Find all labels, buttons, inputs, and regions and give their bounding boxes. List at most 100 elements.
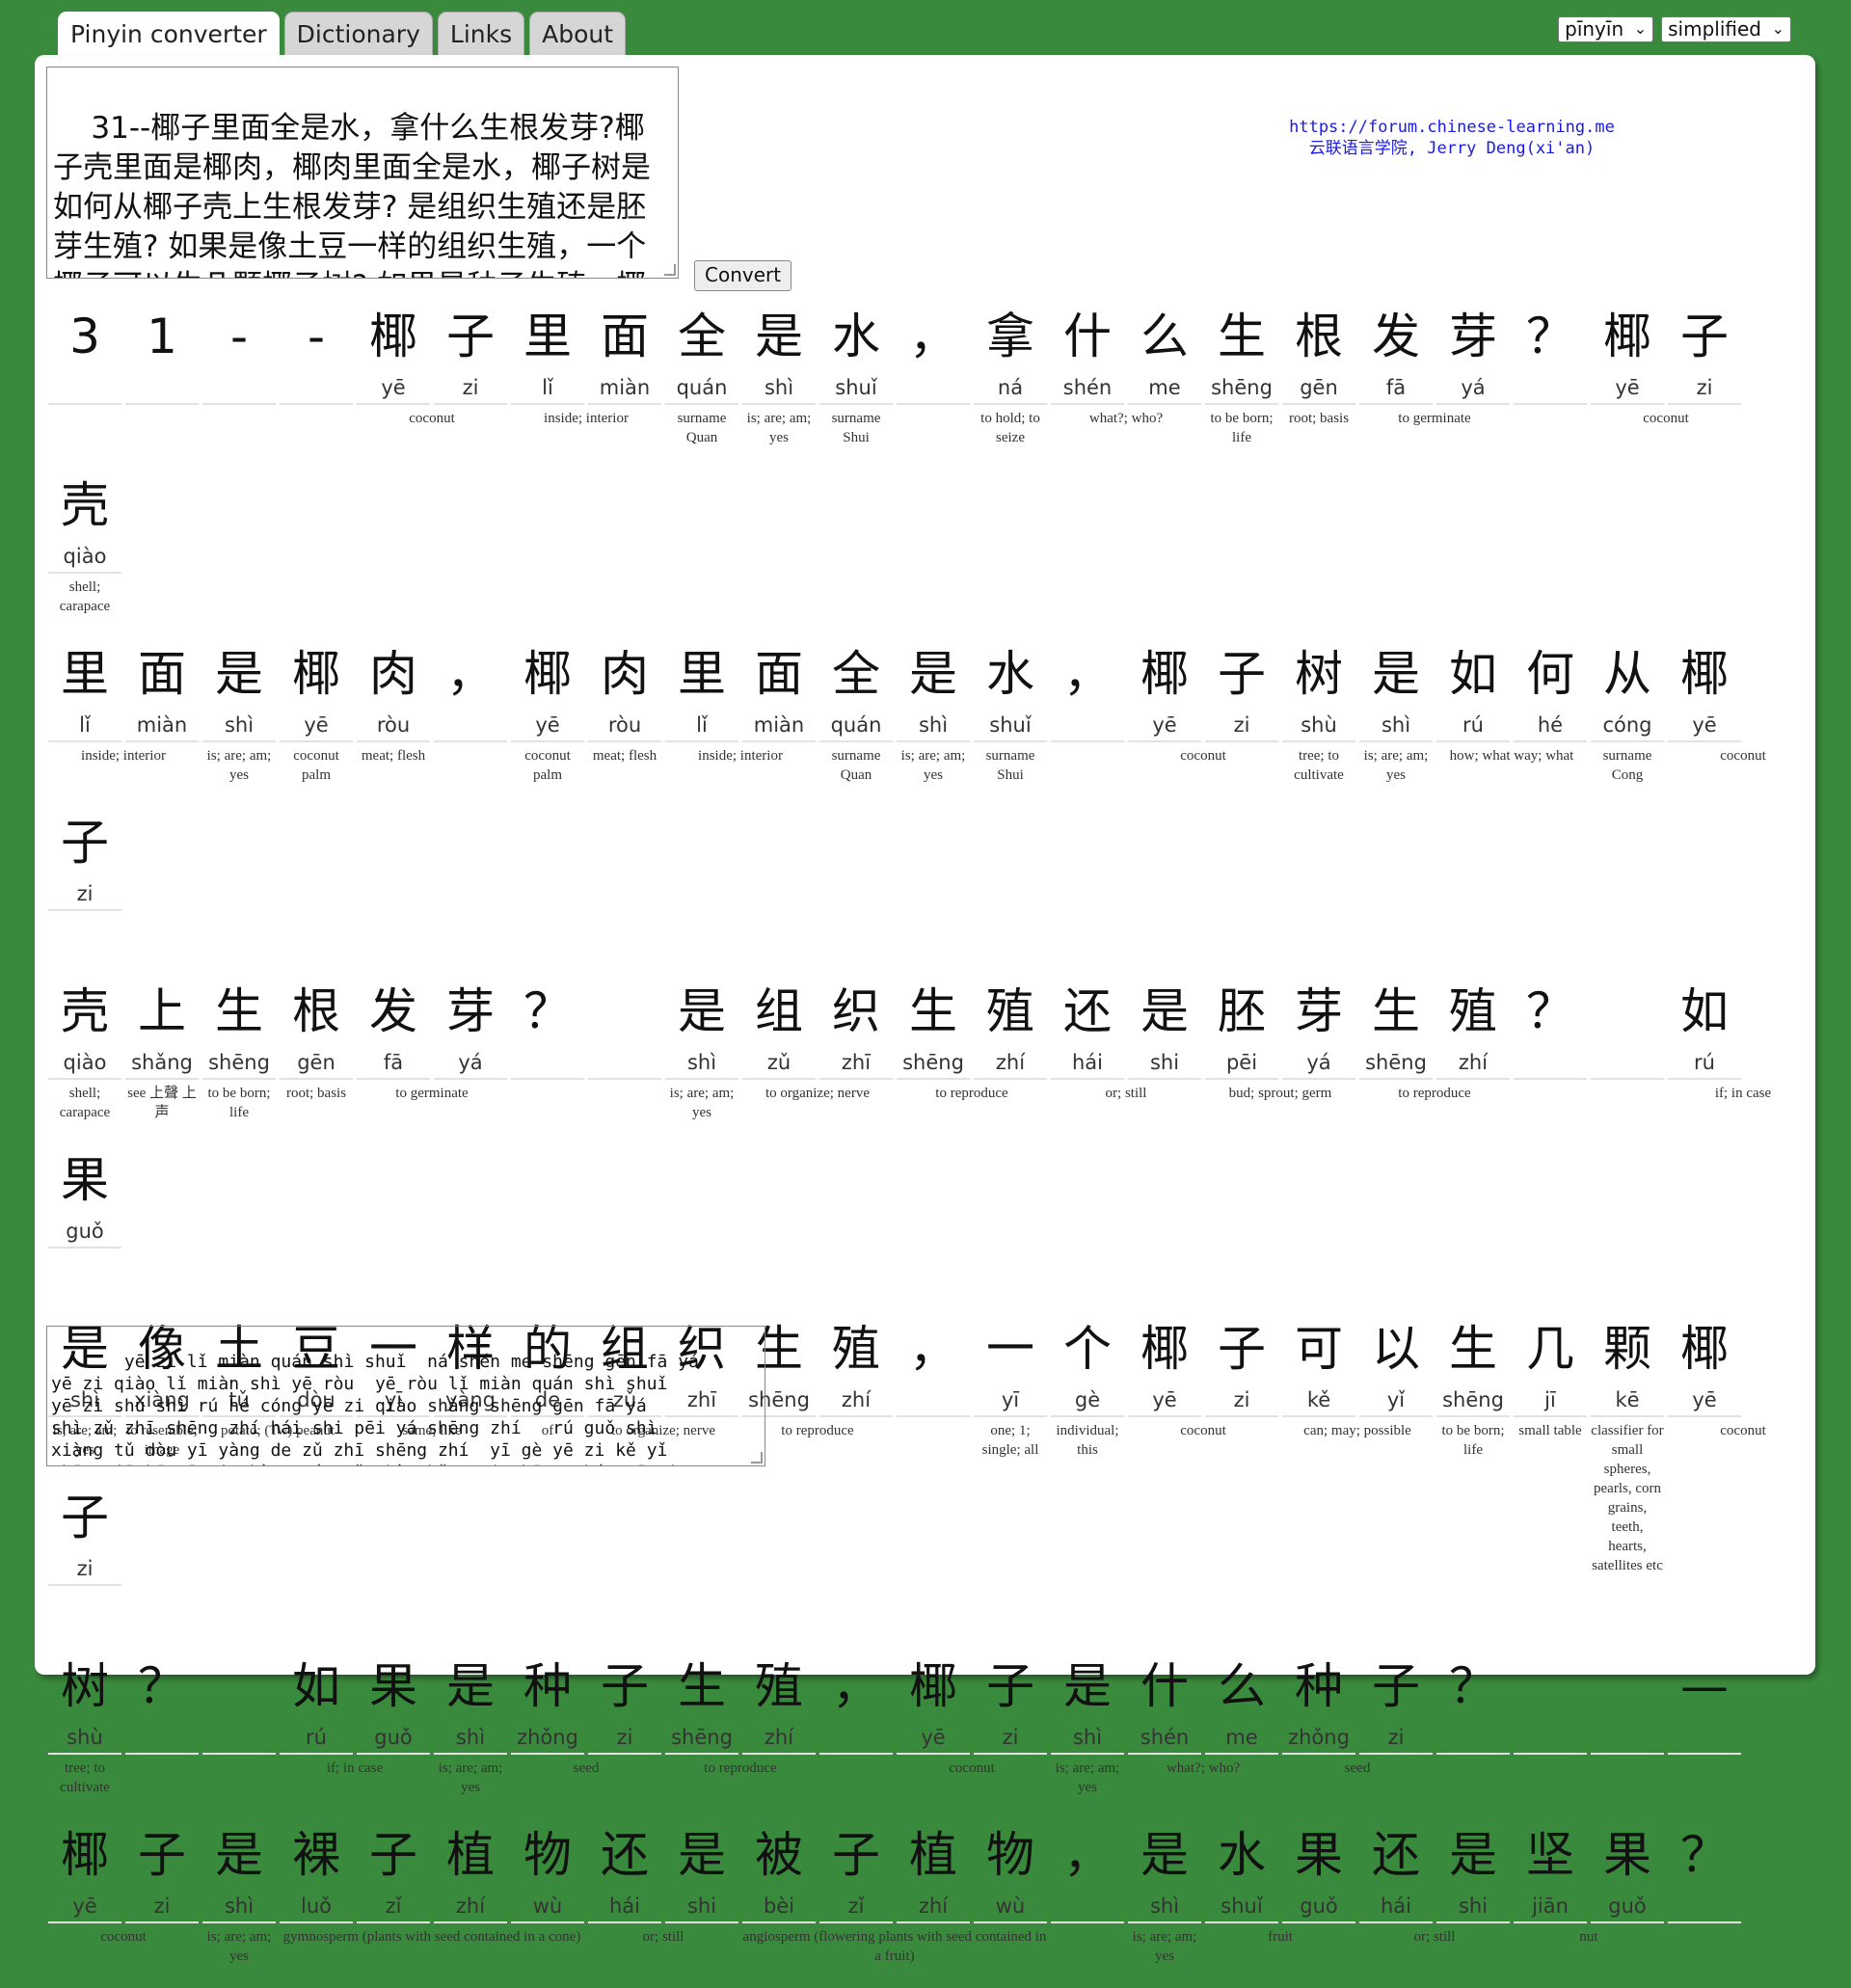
char-cell[interactable]: 水 shuǐ surname Shui <box>974 638 1047 807</box>
chinese-input-textarea[interactable]: 31--椰子里面全是水，拿什么生根发芽?椰子壳里面是椰肉，椰肉里面全是水，椰子树… <box>46 67 679 279</box>
char-cell[interactable]: 何 hé <box>1514 638 1587 807</box>
char-cell[interactable]: - <box>202 301 276 470</box>
char-cell[interactable]: 如 rú how; what way; what <box>1436 638 1573 807</box>
char-cell[interactable]: 还 hái or; still <box>588 1819 684 1988</box>
char-cell[interactable]: 还 hái or; still <box>1051 976 1146 1144</box>
char-cell[interactable]: 芽 yá <box>1282 976 1355 1144</box>
char-cell[interactable]: 生 shēng to be born; life <box>202 976 276 1144</box>
char-cell[interactable]: 是 shì is; are; am; yes <box>202 1819 276 1988</box>
char-cell[interactable]: 织 zhī <box>819 976 893 1144</box>
char-cell[interactable]: 发 fā to germinate <box>1359 301 1471 470</box>
char-cell[interactable]: 肉 ròu meat; flesh <box>588 638 661 807</box>
char-cell[interactable]: ， <box>434 638 507 807</box>
char-cell[interactable]: 椰 yē coconut <box>1128 638 1226 807</box>
char-cell[interactable]: 是 shi <box>1128 976 1201 1144</box>
char-cell[interactable]: 全 quán surname Quan <box>665 301 738 470</box>
char-cell[interactable]: 里 lǐ inside; interior <box>48 638 166 807</box>
char-cell[interactable]: 子 zi <box>1205 638 1278 807</box>
char-cell[interactable]: 殖 zhí <box>819 1313 893 1482</box>
char-cell[interactable]: ？ <box>125 1651 199 1819</box>
char-cell[interactable]: 子 zǐ <box>357 1819 430 1988</box>
char-cell[interactable] <box>1591 1651 1664 1819</box>
char-cell[interactable]: 子 zi <box>1359 1651 1433 1819</box>
char-cell[interactable]: 子 zi <box>974 1651 1047 1819</box>
char-cell[interactable]: 芽 yá <box>434 976 507 1144</box>
char-cell[interactable]: 子 zi <box>588 1651 661 1819</box>
char-cell[interactable]: 果 guǒ <box>48 1144 121 1313</box>
char-cell[interactable]: 子 zi <box>1668 301 1741 470</box>
char-cell[interactable]: 根 gēn root; basis <box>1282 301 1355 470</box>
char-cell[interactable] <box>1591 976 1664 1144</box>
char-cell[interactable]: 个 gè individual; this <box>1051 1313 1124 1482</box>
char-cell[interactable]: 面 miàn <box>588 301 661 470</box>
char-cell[interactable]: 椰 yē coconut <box>48 1819 147 1988</box>
char-cell[interactable]: 颗 kē classifier for small spheres, pearls,… <box>1591 1313 1664 1573</box>
char-cell[interactable]: 果 guǒ <box>1591 1819 1664 1988</box>
char-cell[interactable]: 是 shi <box>665 1819 738 1988</box>
tab-dictionary[interactable]: Dictionary <box>283 12 433 55</box>
char-cell[interactable]: 芽 yá <box>1436 301 1510 470</box>
char-cell[interactable]: ？ <box>1514 301 1587 470</box>
char-cell[interactable]: 裸 luǒ gymnosperm (plants with seed contain… <box>280 1819 580 1988</box>
char-cell[interactable]: 椰 yē coconut palm <box>511 638 584 807</box>
char-cell[interactable]: 几 jī small table <box>1514 1313 1587 1482</box>
char-cell[interactable]: 还 hái or; still <box>1359 1819 1455 1988</box>
char-cell[interactable]: ？ <box>1514 976 1587 1144</box>
char-cell[interactable]: 植 zhí <box>897 1819 970 1988</box>
char-cell[interactable]: 生 shēng to reproduce <box>665 1651 777 1819</box>
tab-links[interactable]: Links <box>437 12 525 55</box>
char-cell[interactable]: 生 shēng to reproduce <box>897 976 1008 1144</box>
char-cell[interactable]: 是 shì is; are; am; yes <box>434 1651 507 1819</box>
char-cell[interactable]: 椰 yē coconut palm <box>280 638 353 807</box>
char-cell[interactable]: 被 bèi angiosperm (flowering plants with se… <box>742 1819 1046 1988</box>
char-cell[interactable]: 组 zǔ to organize; nerve <box>742 976 870 1144</box>
char-cell[interactable]: 么 me <box>1128 301 1201 470</box>
resize-grip-icon[interactable] <box>664 264 676 276</box>
char-cell[interactable]: 殖 zhí <box>1436 976 1510 1144</box>
char-cell[interactable]: ， <box>1051 638 1124 807</box>
pinyin-output-textarea[interactable]: yē zi lǐ miàn quán shì shuǐ ná shén me s… <box>46 1326 765 1466</box>
char-cell[interactable]: 树 shù tree; to cultivate <box>1282 638 1355 807</box>
char-cell[interactable]: 子 zǐ <box>819 1819 893 1988</box>
forum-link[interactable]: https://forum.chinese-learning.me <box>1289 118 1615 137</box>
char-cell[interactable]: 里 lǐ inside; interior <box>511 301 629 470</box>
script-select[interactable]: simplified ⌄ <box>1661 16 1791 42</box>
char-cell[interactable]: ， <box>897 301 970 470</box>
char-cell[interactable]: 可 kě can; may; possible <box>1282 1313 1411 1482</box>
char-cell[interactable]: 椰 yē coconut <box>1668 1313 1766 1482</box>
char-cell[interactable]: 生 shēng to reproduce <box>1359 976 1471 1144</box>
char-cell[interactable]: 是 shì is; are; am; yes <box>897 638 970 807</box>
char-cell[interactable]: 椰 yē coconut <box>1128 1313 1226 1482</box>
char-cell[interactable]: 子 zi <box>125 1819 199 1988</box>
char-cell[interactable]: 什 shén what?; who? <box>1128 1651 1240 1819</box>
char-cell[interactable]: 肉 ròu meat; flesh <box>357 638 430 807</box>
char-cell[interactable]: 如 rú if; in case <box>280 1651 383 1819</box>
char-cell[interactable]: 种 zhǒng seed <box>1282 1651 1370 1819</box>
char-cell[interactable]: 子 zi <box>1205 1313 1278 1482</box>
char-cell[interactable]: 3 <box>48 301 121 470</box>
char-cell[interactable]: ？ <box>1668 1819 1741 1988</box>
char-cell[interactable]: 椰 yē coconut <box>1591 301 1689 470</box>
char-cell[interactable]: 物 wù <box>974 1819 1047 1988</box>
char-cell[interactable]: 果 guǒ <box>1282 1819 1355 1988</box>
char-cell[interactable]: 生 shēng to be born; life <box>1436 1313 1510 1482</box>
char-cell[interactable]: 面 miàn <box>125 638 199 807</box>
convert-button[interactable]: Convert <box>694 260 792 291</box>
char-cell[interactable] <box>1514 1651 1587 1819</box>
char-cell[interactable]: 物 wù <box>511 1819 584 1988</box>
char-cell[interactable]: 子 zi <box>48 1482 121 1651</box>
char-cell[interactable]: - <box>280 301 353 470</box>
char-cell[interactable] <box>588 976 661 1144</box>
char-cell[interactable]: 树 shù tree; to cultivate <box>48 1651 121 1819</box>
char-cell[interactable]: 是 shì is; are; am; yes <box>1051 1651 1124 1819</box>
char-cell[interactable]: 是 shì is; are; am; yes <box>742 301 816 470</box>
char-cell[interactable]: 生 shēng to be born; life <box>1205 301 1278 470</box>
char-cell[interactable]: 是 shì is; are; am; yes <box>1128 1819 1201 1988</box>
char-cell[interactable]: 全 quán surname Quan <box>819 638 893 807</box>
char-cell[interactable]: 拿 ná to hold; to seize <box>974 301 1047 470</box>
char-cell[interactable]: 椰 yē coconut <box>1668 638 1766 807</box>
char-cell[interactable]: 水 shuǐ surname Shui <box>819 301 893 470</box>
char-cell[interactable]: ？ <box>1436 1651 1510 1819</box>
char-cell[interactable]: 是 shì is; are; am; yes <box>202 638 276 807</box>
char-cell[interactable]: 种 zhǒng seed <box>511 1651 599 1819</box>
